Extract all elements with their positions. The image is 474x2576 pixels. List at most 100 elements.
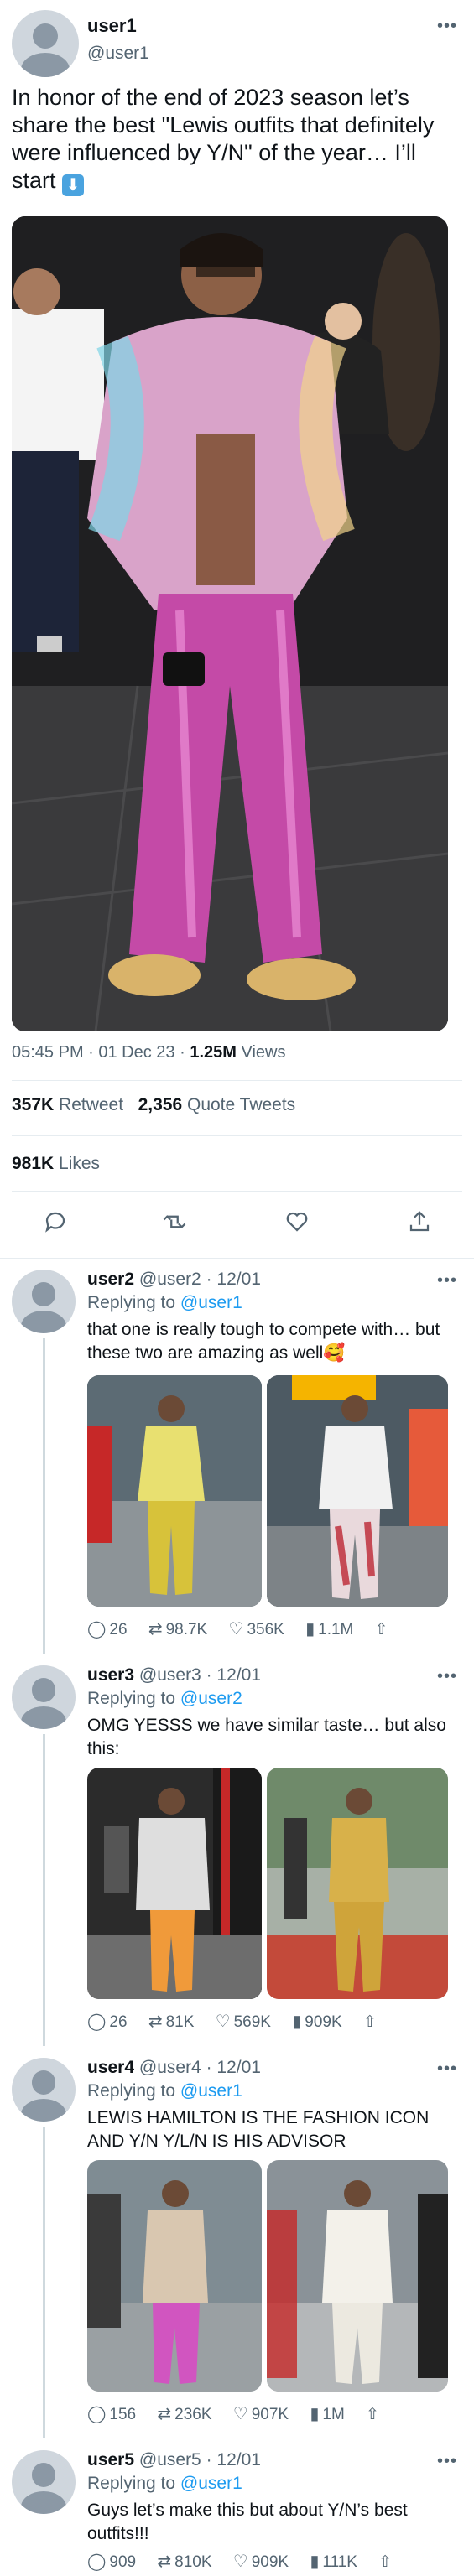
views-count[interactable]: ▮ 111K	[310, 2553, 357, 2571]
more-icon[interactable]: •••	[437, 1668, 457, 1685]
reply-text: Guys let’s make this but about Y/N’s bes…	[87, 2501, 408, 2543]
reply-icon: ◯	[87, 2012, 107, 2031]
quotes-count: 2,356	[138, 1095, 183, 1114]
reply-actions: ◯ 909 ⇄ 810K ♡ 909K ▮ 111K ⇧	[87, 2551, 409, 2572]
replying-to-link[interactable]: @user1	[180, 2081, 242, 2101]
retweets-count: 357K	[12, 1095, 55, 1114]
avatar[interactable]	[12, 2058, 76, 2122]
retweet-icon: ⇄	[148, 2012, 163, 2031]
replying-to-link[interactable]: @user1	[180, 1293, 242, 1312]
reply-tweet[interactable]: user5 @user5 · 12/01 ••• Replying to @us…	[0, 2438, 474, 2576]
replying-to-link[interactable]: @user1	[180, 2474, 242, 2493]
views-count[interactable]: ▮ 1.1M	[305, 1620, 353, 1639]
reply-icon: ◯	[87, 2405, 107, 2423]
retweet-count[interactable]: ⇄ 98.7K	[148, 1620, 207, 1639]
reply-photo[interactable]	[267, 1768, 448, 1999]
reply-actions: ◯ 26 ⇄ 81K ♡ 569K ▮ 909K ⇧	[87, 2011, 393, 2032]
retweet-stats[interactable]: 357K Retweet 2,356 Quote Tweets	[12, 1095, 295, 1115]
tweet-meta: 05:45 PM · 01 Dec 23 · 1.25M Views	[12, 1043, 285, 1062]
author-handle[interactable]: @user2	[139, 1270, 201, 1289]
more-icon[interactable]: •••	[437, 2060, 457, 2077]
quotes-label: Quote Tweets	[182, 1095, 296, 1114]
replying-to: Replying to @user1	[87, 2081, 242, 2101]
retweet-icon: ⇄	[148, 1620, 163, 1639]
more-icon[interactable]: •••	[437, 18, 457, 34]
share-icon[interactable]: ⇧	[366, 2406, 379, 2423]
reply-photo[interactable]	[267, 2160, 448, 2392]
reply-photo[interactable]	[87, 2160, 262, 2392]
author-handle[interactable]: @user1	[87, 44, 149, 64]
like-count[interactable]: ♡ 907K	[232, 2405, 289, 2423]
reply-tweet[interactable]: user4 @user4 · 12/01 ••• Replying to @us…	[0, 2046, 474, 2438]
replying-to-link[interactable]: @user2	[180, 1689, 242, 1708]
reply-date[interactable]: 12/01	[216, 2450, 261, 2470]
reply-icon[interactable]	[40, 1209, 70, 1239]
share-icon[interactable]: ⇧	[363, 2013, 377, 2031]
likes-count: 981K	[12, 1154, 55, 1173]
retweets-label: Retweet	[54, 1095, 124, 1114]
tweet-photo[interactable]	[12, 216, 448, 1031]
more-icon[interactable]: •••	[437, 2453, 457, 2470]
reply-photo[interactable]	[87, 1375, 262, 1607]
retweet-count[interactable]: ⇄ 236K	[157, 2405, 211, 2423]
likes-stats[interactable]: 981K Likes	[12, 1154, 100, 1174]
reply-photo[interactable]	[87, 1768, 262, 1999]
reply-count[interactable]: ◯ 909	[87, 2553, 136, 2571]
author-handle[interactable]: @user5	[139, 2450, 201, 2470]
share-icon[interactable]: ⇧	[375, 1621, 388, 1639]
reply-icon: ◯	[87, 1620, 107, 1639]
views-icon: ▮	[292, 2012, 302, 2031]
like-icon: ♡	[232, 2553, 248, 2571]
like-count[interactable]: ♡ 909K	[233, 2553, 289, 2571]
avatar[interactable]	[12, 2450, 76, 2514]
retweet-count[interactable]: ⇄ 81K	[148, 2012, 195, 2031]
share-icon[interactable]	[404, 1209, 435, 1239]
author-name[interactable]: user1	[87, 15, 137, 37]
like-count[interactable]: ♡ 356K	[228, 1620, 284, 1639]
retweet-icon[interactable]	[159, 1209, 190, 1239]
views-count: 1.25M	[190, 1043, 237, 1062]
tweet-time[interactable]: 05:45 PM · 01 Dec 23 ·	[12, 1043, 190, 1062]
author-name[interactable]: user3	[87, 1665, 134, 1685]
reply-date[interactable]: 12/01	[216, 2058, 261, 2077]
reply-actions: ◯ 156 ⇄ 236K ♡ 907K ▮ 1M ⇧	[87, 2403, 396, 2424]
author-handle[interactable]: @user4	[139, 2058, 201, 2077]
thread-line	[43, 1338, 45, 1654]
author-handle[interactable]: @user3	[139, 1665, 201, 1685]
like-icon: ♡	[228, 1620, 244, 1639]
reply-actions: ◯ 26 ⇄ 98.7K ♡ 356K ▮ 1.1M ⇧	[87, 1618, 405, 1639]
retweet-count[interactable]: ⇄ 810K	[157, 2553, 211, 2571]
likes-label: Likes	[54, 1154, 101, 1173]
author-name[interactable]: user2	[87, 1270, 134, 1289]
avatar[interactable]	[12, 10, 79, 77]
more-icon[interactable]: •••	[437, 1272, 457, 1289]
avatar[interactable]	[12, 1665, 76, 1729]
reply-count[interactable]: ◯ 156	[87, 2405, 136, 2423]
divider	[12, 1080, 462, 1081]
author-name[interactable]: user5	[87, 2450, 134, 2470]
reply-count[interactable]: ◯ 26	[87, 1620, 128, 1639]
divider	[12, 1135, 462, 1136]
avatar[interactable]	[12, 1270, 76, 1333]
arrow-down-emoji: ⬇	[62, 174, 85, 196]
reply-date[interactable]: 12/01	[216, 1665, 261, 1685]
reply-tweet[interactable]: user3 @user3 · 12/01 ••• Replying to @us…	[0, 1654, 474, 2046]
reply-photo[interactable]	[267, 1375, 448, 1607]
views-icon: ▮	[305, 1620, 315, 1639]
views-count[interactable]: ▮ 1M	[310, 2405, 344, 2423]
share-icon[interactable]: ⇧	[378, 2553, 392, 2571]
reply-icon: ◯	[87, 2553, 107, 2571]
like-icon: ♡	[215, 2012, 231, 2031]
reply-tweet[interactable]: user2 @user2 · 12/01 ••• Replying to @us…	[0, 1258, 474, 1654]
reply-header: user2 @user2 · 12/01	[87, 1270, 261, 1289]
reply-text: OMG YESSS we have similar taste… but als…	[87, 1716, 446, 1758]
author-name[interactable]: user4	[87, 2058, 134, 2077]
views-count[interactable]: ▮ 909K	[292, 2012, 341, 2031]
reply-date[interactable]: 12/01	[216, 1270, 261, 1289]
like-icon: ♡	[232, 2405, 248, 2423]
retweet-icon: ⇄	[157, 2553, 172, 2571]
reply-header: user3 @user3 · 12/01	[87, 1665, 261, 1685]
reply-count[interactable]: ◯ 26	[87, 2012, 128, 2031]
like-count[interactable]: ♡ 569K	[215, 2012, 271, 2031]
like-icon[interactable]	[282, 1209, 312, 1239]
